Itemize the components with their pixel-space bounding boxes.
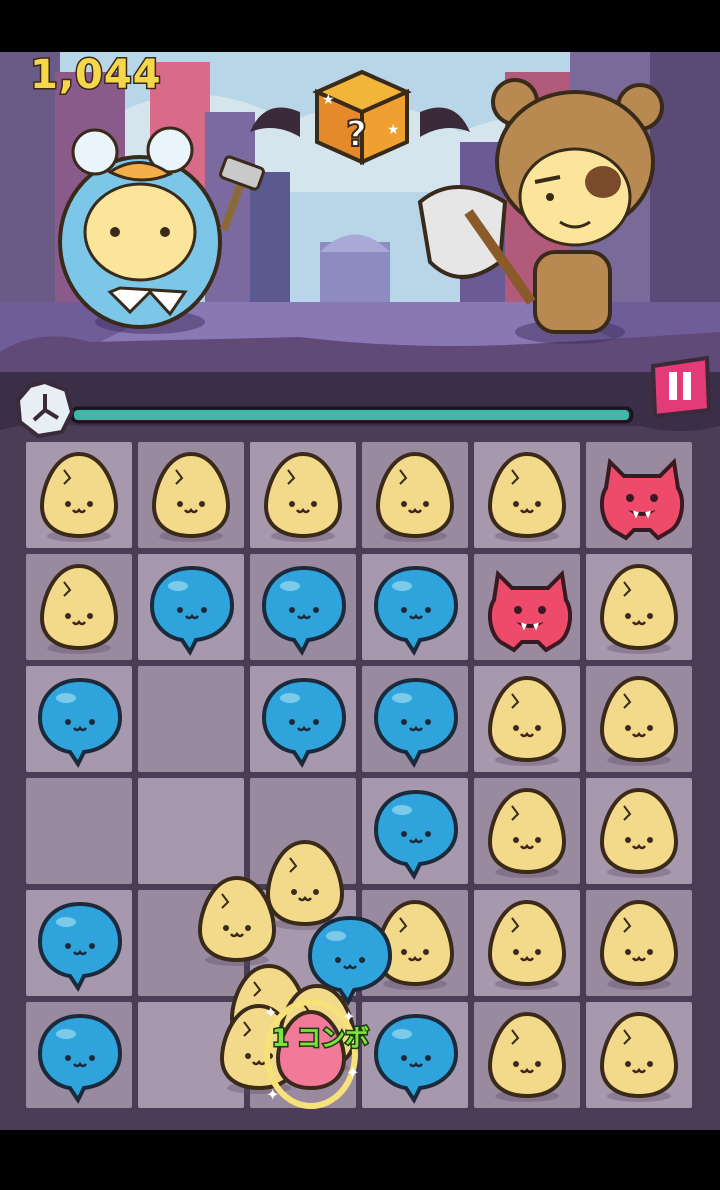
svg-text:★: ★ <box>387 122 400 138</box>
timer-bar-fill <box>74 410 629 420</box>
blob-piece[interactable] <box>370 560 462 656</box>
blob-piece[interactable] <box>370 672 462 768</box>
blob-piece[interactable] <box>370 1008 462 1104</box>
blob-piece[interactable] <box>34 896 126 992</box>
egg-piece[interactable] <box>146 448 236 544</box>
egg-piece[interactable] <box>482 1008 572 1104</box>
egg-piece[interactable] <box>594 672 684 768</box>
egg-piece[interactable] <box>482 448 572 544</box>
board-cell[interactable] <box>24 776 134 886</box>
egg-piece[interactable] <box>34 560 124 656</box>
svg-text:?: ? <box>346 114 367 155</box>
blob-piece[interactable] <box>370 784 462 880</box>
combo-label: 1 コンボ <box>270 1023 370 1054</box>
egg-piece[interactable] <box>482 896 572 992</box>
egg-piece[interactable] <box>370 448 460 544</box>
egg-piece[interactable] <box>482 672 572 768</box>
blob-piece[interactable] <box>258 672 350 768</box>
egg-piece[interactable] <box>594 896 684 992</box>
blob-piece[interactable] <box>258 560 350 656</box>
egg-piece[interactable] <box>594 1008 684 1104</box>
egg-piece[interactable] <box>594 784 684 880</box>
egg-piece[interactable] <box>594 560 684 656</box>
score-display: 1,044 <box>29 51 163 100</box>
pause-icon <box>650 355 712 419</box>
svg-text:✦: ✦ <box>266 1085 279 1104</box>
blob-piece[interactable] <box>34 672 126 768</box>
blob-piece[interactable] <box>34 1008 126 1104</box>
mystery-box-icon[interactable]: ? ★ ★ <box>302 62 418 172</box>
egg-piece[interactable] <box>34 448 124 544</box>
board-cell[interactable] <box>136 776 246 886</box>
puzzle-board: ✦ ✦ ✦ ✦ <box>24 440 696 1112</box>
egg-piece[interactable] <box>258 448 348 544</box>
board-cell[interactable] <box>136 664 246 774</box>
game-screen: ? ★ ★ 1,044 ✦ ✦ ✦ ✦ 1 コンボ <box>0 0 720 1190</box>
egg-piece[interactable] <box>482 784 572 880</box>
svg-text:★: ★ <box>322 92 335 108</box>
devil-piece[interactable] <box>482 560 578 656</box>
clock-icon <box>14 378 76 440</box>
pause-button[interactable] <box>645 352 715 422</box>
bottom-bar <box>0 1130 720 1190</box>
svg-text:✦: ✦ <box>346 1063 359 1082</box>
devil-piece[interactable] <box>594 448 690 544</box>
blob-piece[interactable] <box>146 560 238 656</box>
